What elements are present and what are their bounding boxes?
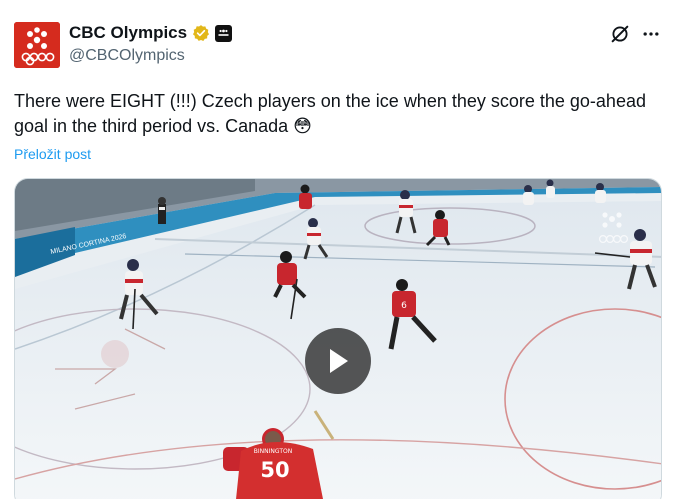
cbc-olympics-logo [14,22,60,68]
gold-verified-badge-icon[interactable] [192,24,210,42]
cbc-affiliate-badge[interactable] [215,24,233,42]
author-display-name[interactable]: CBC Olympics [69,23,187,43]
grok-icon [611,25,629,43]
avatar[interactable] [14,22,60,68]
author-handle[interactable]: @CBCOlympics [69,47,232,65]
goalie-name: BINNINGTON [254,448,292,455]
grok-button[interactable] [606,20,634,48]
author-block: CBC Olympics @CBCOlympics [69,22,233,65]
cbc-watermark-icon [595,209,629,254]
more-horizontal-icon [643,32,659,36]
play-icon [330,349,348,373]
video-player[interactable]: 6 50 BINNINGTON MILANO CORTINA 2026 [14,178,662,499]
goalie-number: 50 [260,458,289,482]
svg-text:6: 6 [401,301,407,311]
translate-post-link[interactable]: Přeložit post [14,146,91,162]
author-name-row: CBC Olympics [69,22,233,44]
tweet-text: There were EIGHT (!!!) Czech players on … [14,91,646,136]
play-button[interactable] [305,328,371,394]
more-options-button[interactable] [637,20,665,48]
cbc-affiliate-logo-icon [218,29,229,36]
